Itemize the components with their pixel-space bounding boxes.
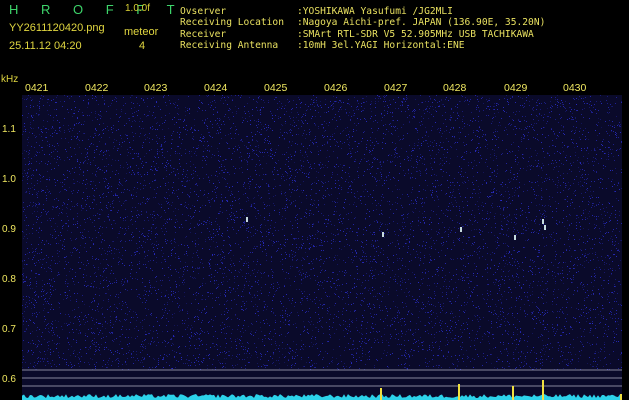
meteor-echo-1 <box>460 227 462 232</box>
freq-label-0-6: 0.6 <box>2 374 16 385</box>
freq-label-0-8: 0.8 <box>2 274 16 285</box>
info-label-receiver: Receiver <box>180 29 227 40</box>
time-label-4: 0425 <box>264 82 288 94</box>
app-brand: H R O F F T <box>9 2 185 17</box>
freq-label-1-0: 1.0 <box>2 174 16 185</box>
freq-label-0-9: 0.9 <box>2 224 16 235</box>
spectrogram-plot <box>22 95 622 400</box>
info-label-antenna: Receiving Antenna <box>180 40 279 51</box>
meteor-echo-4 <box>544 225 546 230</box>
spectrogram-canvas <box>22 95 622 400</box>
info-value-observer: :YOSHIKAWA Yasufumi /JG2MLI <box>297 6 453 17</box>
meteor-count: 4 <box>139 40 146 52</box>
info-label-observer: Ovserver <box>180 6 227 17</box>
time-label-6: 0427 <box>384 82 408 94</box>
time-label-0: 0421 <box>25 82 49 94</box>
meteor-marker-1 <box>458 384 460 400</box>
frequency-unit-label: kHz <box>1 74 19 85</box>
meteor-label: meteor <box>124 26 159 38</box>
capture-datetime: 25.11.12 04:20 <box>9 40 82 52</box>
meteor-marker-2 <box>512 386 514 400</box>
freq-label-1-1: 1.1 <box>2 124 16 135</box>
info-value-receiver: :SMArt RTL-SDR V5 52.905MHz USB TACHIKAW… <box>297 29 534 40</box>
meteor-echo-5 <box>246 217 248 222</box>
time-label-3: 0424 <box>204 82 228 94</box>
time-label-1: 0422 <box>85 82 109 94</box>
meteor-marker-4 <box>620 394 622 400</box>
time-label-7: 0428 <box>443 82 467 94</box>
meteor-echo-0 <box>382 232 384 237</box>
time-label-2: 0423 <box>144 82 168 94</box>
meteor-echo-3 <box>542 219 544 224</box>
meteor-marker-0 <box>380 388 382 400</box>
info-value-location: :Nagoya Aichi-pref. JAPAN (136.90E, 35.2… <box>297 17 546 28</box>
freq-label-0-7: 0.7 <box>2 324 16 335</box>
time-label-9: 0430 <box>563 82 587 94</box>
meteor-echo-2 <box>514 235 516 240</box>
time-label-5: 0426 <box>324 82 348 94</box>
time-label-8: 0429 <box>504 82 528 94</box>
plot-background <box>22 95 622 400</box>
meteor-marker-3 <box>542 380 544 400</box>
info-value-antenna: :10mH 3el.YAGI Horizontal:ENE <box>297 40 465 51</box>
info-label-location: Receiving Location <box>180 17 284 28</box>
app-version: 1.0.0f <box>125 3 151 14</box>
image-filename: YY2611120420.png <box>9 22 105 34</box>
header-panel: H R O F F T 1.0.0f YY2611120420.png 25.1… <box>0 0 629 76</box>
